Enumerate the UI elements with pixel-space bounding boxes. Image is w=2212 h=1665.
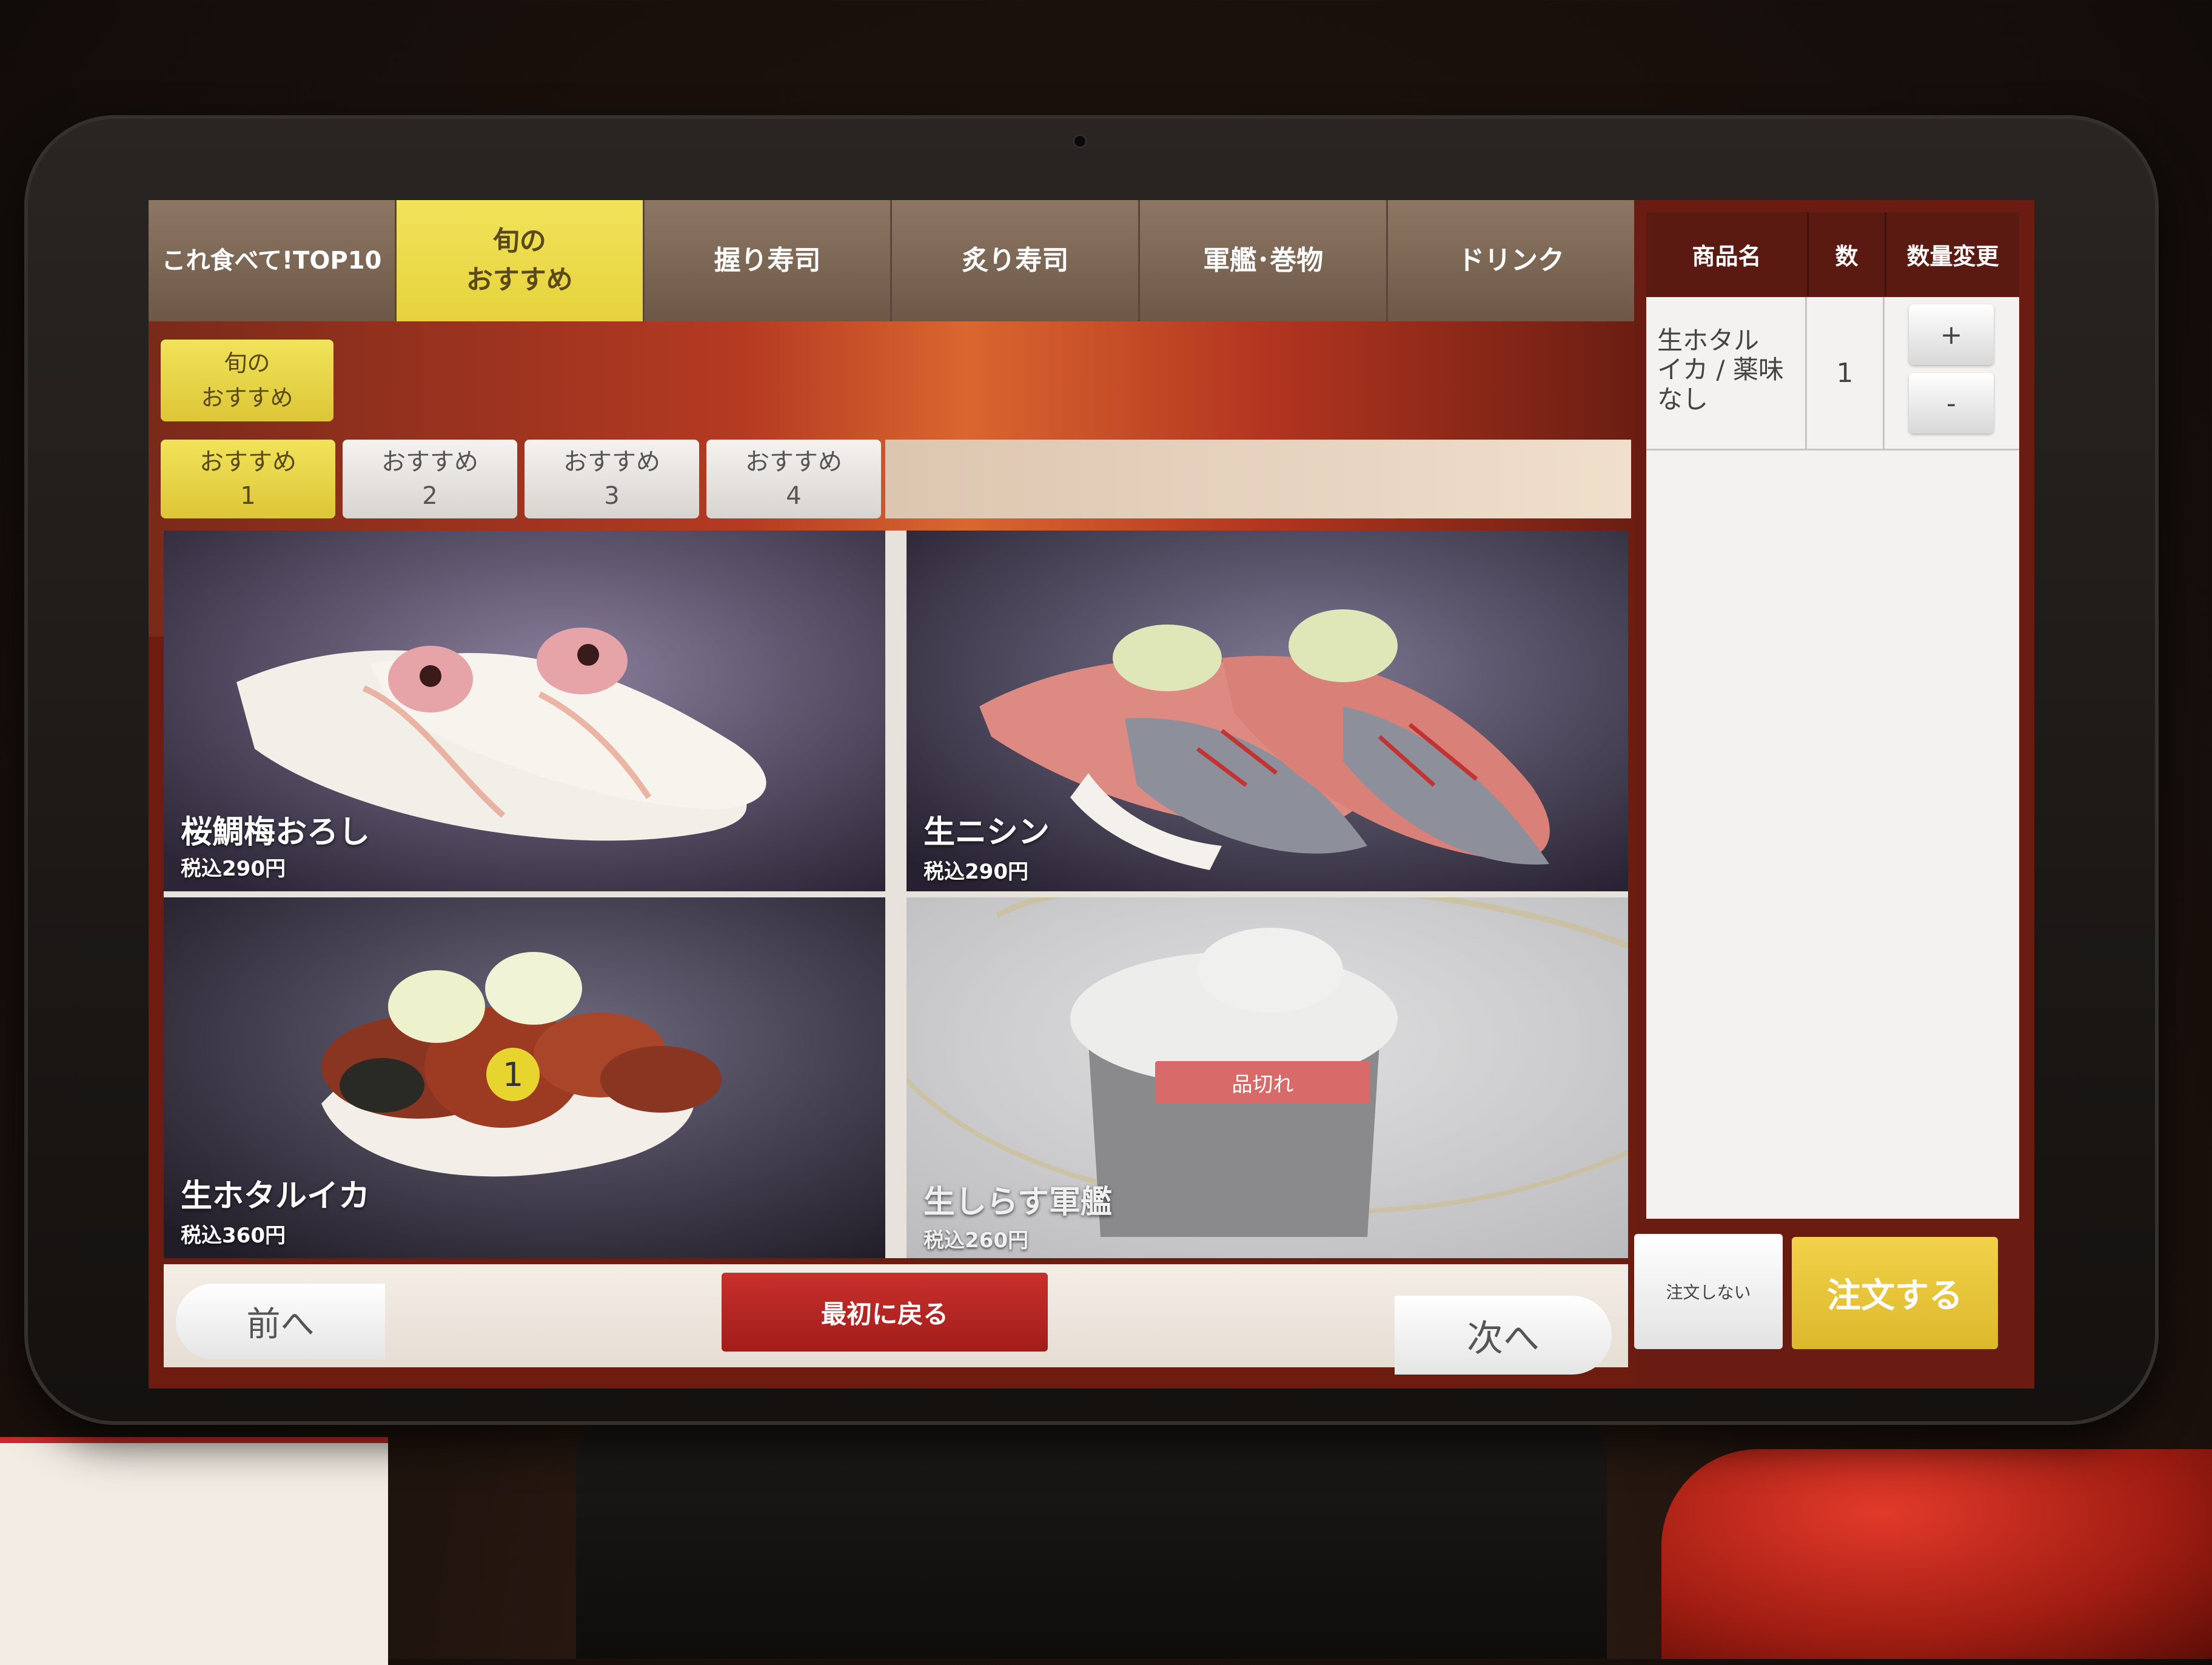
tab-recommend-2[interactable]: おすすめ 2 <box>343 440 517 518</box>
next-page-button[interactable]: 次へ <box>1395 1296 1612 1375</box>
order-cart: 商品名 数 数量変更 生ホタル イカ / 薬味 なし 1 + - 注文しない 注… <box>1634 200 2034 1389</box>
tab-drink[interactable]: ドリンク <box>1388 200 1634 321</box>
tab-recommend-1[interactable]: おすすめ 1 <box>161 440 335 518</box>
recommend-tabs: おすすめ 1 おすすめ 2 おすすめ 3 おすすめ 4 <box>161 440 881 518</box>
product-name: 生しらす軍艦 <box>923 1184 1112 1221</box>
red-object <box>1661 1449 2212 1659</box>
prev-page-button[interactable]: 前へ <box>176 1284 385 1359</box>
recommend-tabs-filler <box>885 440 1631 518</box>
cart-item-name: 生ホタル イカ / 薬味 なし <box>1646 297 1807 449</box>
tab-top10[interactable]: これ食べて!TOP10 <box>149 200 397 321</box>
cart-header: 商品名 数 数量変更 <box>1646 212 2019 296</box>
qty-plus-button[interactable]: + <box>1909 304 1994 365</box>
product-price: 税込290円 <box>923 860 1028 884</box>
cancel-order-button[interactable]: 注文しない <box>1634 1234 1783 1349</box>
paper-card <box>0 1437 388 1665</box>
tab-nigiri[interactable]: 握り寿司 <box>644 200 893 321</box>
cart-item-qty: 1 <box>1807 297 1885 449</box>
qty-minus-button[interactable]: - <box>1909 373 1994 434</box>
tab-gunkan-maki[interactable]: 軍艦･巻物 <box>1140 200 1389 321</box>
product-price: 税込290円 <box>181 857 286 881</box>
tab-aburi[interactable]: 炙り寿司 <box>892 200 1141 321</box>
category-tabs: これ食べて!TOP10 旬の おすすめ 握り寿司 炙り寿司 軍艦･巻物 ドリンク <box>149 200 1634 321</box>
tab-recommend-4[interactable]: おすすめ 4 <box>706 440 881 518</box>
cart-row: 生ホタル イカ / 薬味 なし 1 + - <box>1646 297 2019 451</box>
product-grid: 桜鯛梅おろし 税込290円 生ニシン 税込290円 1 生ホタルイカ 税込360… <box>164 531 1628 1258</box>
subcategory-seasonal-button[interactable]: 旬の おすすめ <box>161 340 333 421</box>
cart-col-change: 数量変更 <box>1906 243 1999 270</box>
cart-qty-controls: + - <box>1885 297 2019 449</box>
product-card[interactable]: 桜鯛梅おろし 税込290円 <box>164 531 885 891</box>
back-to-first-button[interactable]: 最初に戻る <box>722 1273 1048 1352</box>
product-name: 桜鯛梅おろし <box>181 814 370 851</box>
product-card[interactable]: 品切れ 生しらす軍艦 税込260円 <box>907 897 1628 1258</box>
camera-icon <box>1073 135 1087 148</box>
product-price: 税込260円 <box>923 1228 1028 1253</box>
tablet-stand <box>576 1419 1607 1659</box>
ordered-count-badge: 1 <box>486 1048 540 1101</box>
tab-seasonal[interactable]: 旬の おすすめ <box>396 200 645 321</box>
bottom-nav: 前へ 最初に戻る 次へ <box>164 1264 1628 1375</box>
order-screen: これ食べて!TOP10 旬の おすすめ 握り寿司 炙り寿司 軍艦･巻物 ドリンク… <box>149 200 2034 1389</box>
product-price: 税込360円 <box>181 1224 286 1248</box>
product-card[interactable]: 生ニシン 税込290円 <box>907 531 1628 891</box>
tab-recommend-3[interactable]: おすすめ 3 <box>525 440 699 518</box>
soldout-label: 品切れ <box>1155 1061 1370 1104</box>
product-name: 生ホタルイカ <box>181 1178 370 1214</box>
place-order-button[interactable]: 注文する <box>1792 1237 1998 1349</box>
product-card[interactable]: 1 生ホタルイカ 税込360円 <box>164 897 885 1258</box>
product-name: 生ニシン <box>923 814 1050 851</box>
cart-col-qty: 数 <box>1809 212 1886 296</box>
cart-list: 生ホタル イカ / 薬味 なし 1 + - <box>1646 297 2019 1219</box>
cart-col-name: 商品名 <box>1646 212 1809 296</box>
